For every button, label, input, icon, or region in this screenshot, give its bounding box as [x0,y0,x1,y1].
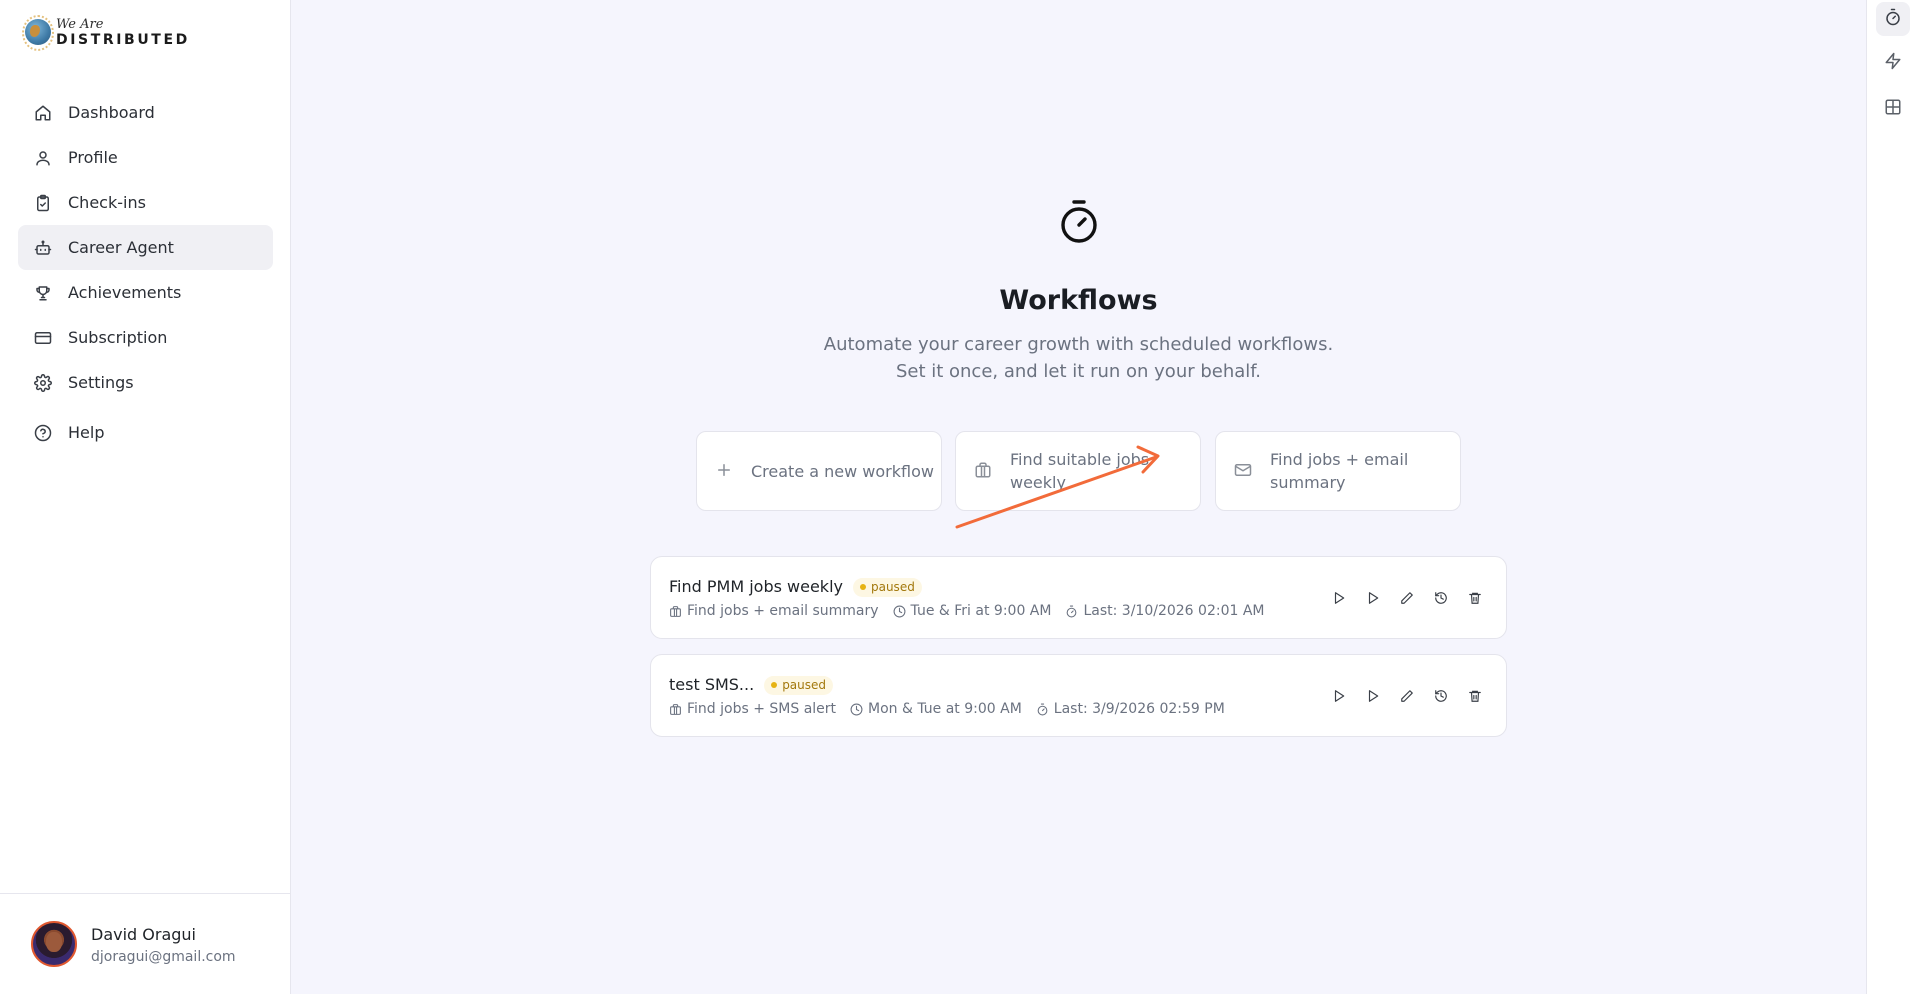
timer-icon [1037,703,1048,715]
avatar[interactable] [31,921,77,967]
sidebar-item-check-ins[interactable]: Check-ins [18,180,273,225]
clock-icon [893,605,905,617]
play-icon [1334,592,1345,604]
clipboard-check-icon [34,194,52,212]
pencil-icon [1401,592,1413,604]
history-button[interactable] [1424,679,1458,713]
sidebar-item-label: Settings [68,373,134,392]
workflow-schedule: Tue & Fri at 9:00 AM [910,603,1052,619]
quick-action-label: Find jobs + email summary [1270,450,1409,492]
brand-line2: DISTRIBUTED [56,31,190,48]
briefcase-icon [670,605,681,617]
status-badge: paused [852,578,922,597]
gear-icon [34,373,52,392]
rail-automations-button[interactable] [1876,46,1910,80]
workflow-name: Find PMM jobs weekly [669,577,843,596]
sidebar-item-label: Profile [68,148,118,167]
trash-icon [1469,690,1481,702]
sidebar-nav: Dashboard Profile Check-ins Career Agent… [18,90,273,455]
sidebar-item-settings[interactable]: Settings [18,360,273,405]
workflow-last-run: Last: 3/9/2026 02:59 PM [1053,701,1225,717]
zap-icon [1884,52,1902,74]
brand-line1: We Are [56,16,104,32]
status-badge: paused [764,676,834,695]
grid-icon [1884,98,1902,120]
resume-button[interactable] [1356,581,1390,615]
find-jobs-email-template-button[interactable]: Find jobs + email summary [1215,431,1461,511]
resume-button[interactable] [1356,679,1390,713]
quick-action-label: Find suitable jobs weekly [1010,450,1150,492]
workflow-card[interactable]: Find PMM jobs weekly paused Find jobs + e… [650,556,1507,639]
credit-card-icon [34,329,52,347]
timer-icon [1059,199,1099,245]
sidebar-item-subscription[interactable]: Subscription [18,315,273,360]
sidebar-item-achievements[interactable]: Achievements [18,270,273,315]
status-text: paused [782,678,827,692]
help-circle-icon [34,424,52,442]
user-email: djoragui@gmail.com [91,949,236,965]
user-account[interactable]: David Oragui djoragui@gmail.com [0,893,291,994]
sidebar-item-label: Check-ins [68,193,146,212]
play-icon [1368,690,1379,702]
user-icon [34,149,52,167]
sidebar-item-label: Achievements [68,283,182,302]
create-workflow-button[interactable]: Create a new workflow [696,431,942,511]
workflow-type: Find jobs + SMS alert [687,701,837,717]
delete-button[interactable] [1458,581,1492,615]
pencil-icon [1401,690,1413,702]
workflow-type: Find jobs + email summary [687,603,879,619]
page-title: Workflows [999,285,1158,316]
rail-workflows-button[interactable] [1876,2,1910,36]
briefcase-icon [670,703,681,715]
workflow-schedule: Mon & Tue at 9:00 AM [868,701,1022,717]
rail-grid-button[interactable] [1876,92,1910,126]
find-jobs-weekly-template-button[interactable]: Find suitable jobs weekly [955,431,1201,511]
sidebar-item-label: Career Agent [68,238,174,257]
mail-icon [1234,461,1254,481]
history-button[interactable] [1424,581,1458,615]
quick-action-label: Create a new workflow [751,461,934,481]
workflow-card[interactable]: test SMS... paused Find jobs + SMS alert … [650,654,1507,737]
delete-button[interactable] [1458,679,1492,713]
sidebar-item-label: Help [68,423,105,442]
sidebar: We Are DISTRIBUTED Dashboard Profile Che… [0,0,291,994]
right-rail [1866,0,1920,994]
play-icon [1368,592,1379,604]
timer-icon [1067,605,1077,617]
sidebar-item-career-agent[interactable]: Career Agent [18,225,273,270]
workflow-last-run: Last: 3/10/2026 02:01 AM [1083,603,1265,619]
sidebar-item-label: Dashboard [68,103,155,122]
main-content: Workflows Automate your career growth wi… [291,0,1866,994]
trash-icon [1469,592,1481,604]
sidebar-item-dashboard[interactable]: Dashboard [18,90,273,135]
bot-icon [34,239,52,257]
brand-logo[interactable]: We Are DISTRIBUTED [22,13,190,51]
trophy-icon [34,284,52,302]
run-button[interactable] [1322,679,1356,713]
plus-icon [715,461,735,481]
globe-logo-icon [22,13,54,51]
history-icon [1435,592,1447,604]
sidebar-item-label: Subscription [68,328,168,347]
user-name: David Oragui [91,925,196,944]
sidebar-item-profile[interactable]: Profile [18,135,273,180]
briefcase-icon [974,461,994,481]
home-icon [34,104,52,122]
workflow-name: test SMS... [669,675,755,694]
timer-icon [1884,8,1902,30]
history-icon [1435,690,1447,702]
clock-icon [850,703,863,715]
run-button[interactable] [1322,581,1356,615]
status-text: paused [870,580,915,594]
edit-button[interactable] [1390,679,1424,713]
page-subtitle: Automate your career growth with schedul… [823,334,1334,382]
edit-button[interactable] [1390,581,1424,615]
play-icon [1334,690,1345,702]
sidebar-item-help[interactable]: Help [18,410,273,455]
